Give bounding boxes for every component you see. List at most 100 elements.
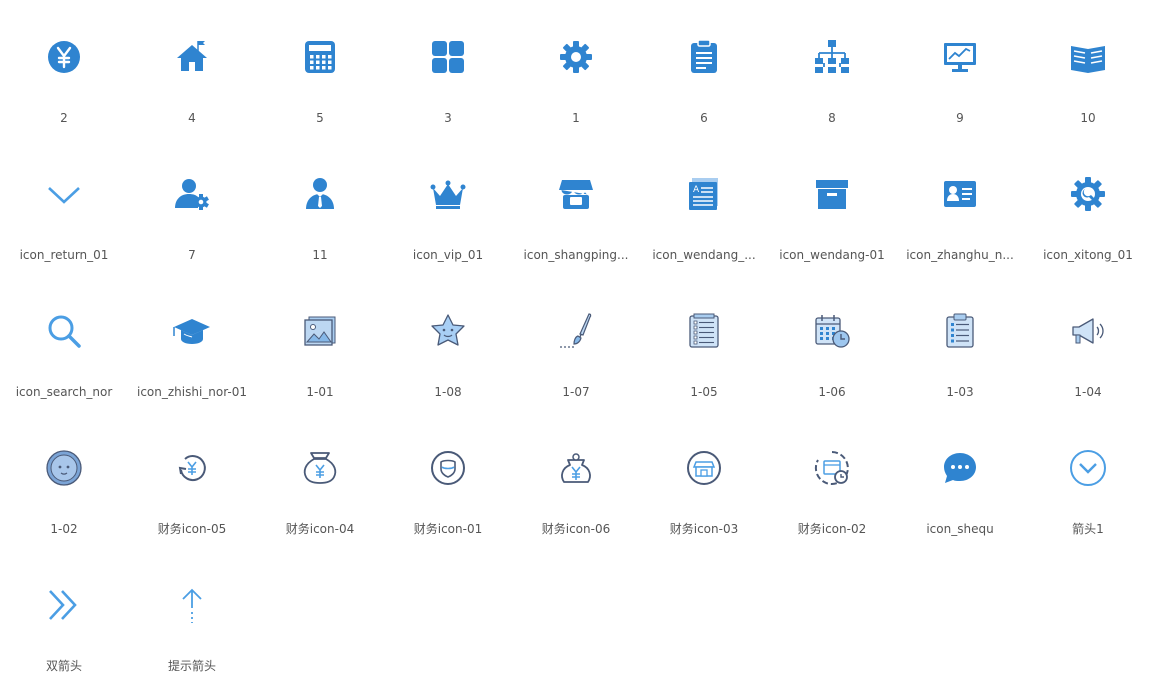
icon-label: icon_shangping... (523, 248, 629, 262)
chevron-circle-icon (1068, 448, 1108, 488)
shield-circle-icon (428, 448, 468, 488)
graduation-cap-icon (172, 311, 212, 351)
icon-tile[interactable]: 5 (256, 23, 384, 125)
icon-tile[interactable]: 1-05 (640, 297, 768, 399)
icon-tile[interactable]: 9 (896, 23, 1024, 125)
icon-tile[interactable]: 财务icon-06 (512, 434, 640, 536)
icon-tile[interactable]: 1-07 (512, 297, 640, 399)
shop-circle-icon (684, 448, 724, 488)
icon-label: 6 (700, 111, 708, 125)
icon-label: icon_zhishi_nor-01 (136, 385, 248, 399)
icon-tile[interactable]: Aicon_wendang_... (640, 160, 768, 262)
icon-tile[interactable]: 箭头1 (1024, 434, 1152, 536)
archive-box-icon (812, 174, 852, 214)
icon-tile[interactable]: 财务icon-05 (128, 434, 256, 536)
paintbrush-icon (556, 311, 596, 351)
icon-tile[interactable]: 8 (768, 23, 896, 125)
icon-tile[interactable]: icon_vip_01 (384, 160, 512, 262)
icon-tile[interactable]: icon_return_01 (0, 160, 128, 262)
icon-tile[interactable]: 3 (384, 23, 512, 125)
icon-tile[interactable]: icon_zhanghu_n... (896, 160, 1024, 262)
icon-tile[interactable]: 10 (1024, 23, 1152, 125)
icon-label: 1-06 (818, 385, 846, 399)
icon-tile[interactable]: 1 (512, 23, 640, 125)
yen-circle-icon (44, 37, 84, 77)
star-face-icon (428, 311, 468, 351)
icon-label: icon_vip_01 (412, 248, 484, 262)
icon-tile[interactable]: 2 (0, 23, 128, 125)
icon-tile[interactable]: 提示箭头 (128, 571, 256, 673)
money-bag-icon (300, 448, 340, 488)
icon-label: 7 (188, 248, 196, 262)
double-chevron-right-icon (44, 585, 84, 625)
icon-tile[interactable]: 11 (256, 160, 384, 262)
grid-icon (428, 37, 468, 77)
icon-label: 5 (316, 111, 324, 125)
icon-label: 1-01 (306, 385, 334, 399)
icon-tile[interactable]: 1-08 (384, 297, 512, 399)
icon-label: 1-03 (946, 385, 974, 399)
icon-tile[interactable]: 财务icon-02 (768, 434, 896, 536)
svg-text:A: A (693, 185, 700, 195)
user-gear-icon (172, 174, 212, 214)
icon-label: icon_shequ (926, 522, 994, 536)
icon-label: 9 (956, 111, 964, 125)
icon-tile[interactable]: icon_zhishi_nor-01 (128, 297, 256, 399)
icon-label: icon_xitong_01 (1043, 248, 1133, 262)
org-chart-icon (812, 37, 852, 77)
calendar-clock-icon (812, 311, 852, 351)
icon-tile[interactable]: icon_shequ (896, 434, 1024, 536)
icon-label: 财务icon-01 (413, 522, 483, 536)
search-icon (44, 311, 84, 351)
icon-tile[interactable]: 6 (640, 23, 768, 125)
icon-tile[interactable]: 财务icon-04 (256, 434, 384, 536)
icon-tile[interactable]: icon_wendang-01 (768, 160, 896, 262)
icon-label: 1-08 (434, 385, 462, 399)
chat-bubble-icon (940, 448, 980, 488)
icon-tile[interactable]: 双箭头 (0, 571, 128, 673)
icon-tile[interactable]: icon_xitong_01 (1024, 160, 1152, 262)
icon-label: 1-02 (50, 522, 78, 536)
calendar-clock-circle-icon (812, 448, 852, 488)
icon-tile[interactable]: 1-04 (1024, 297, 1152, 399)
icon-label: 双箭头 (45, 659, 82, 673)
icon-tile[interactable]: 1-06 (768, 297, 896, 399)
icon-tile[interactable]: 4 (128, 23, 256, 125)
icon-label: 财务icon-04 (285, 522, 355, 536)
icon-label: 1 (572, 111, 580, 125)
monitor-chart-icon (940, 37, 980, 77)
icon-label: 8 (828, 111, 836, 125)
photo-album-icon (300, 311, 340, 351)
icon-tile[interactable]: 财务icon-01 (384, 434, 512, 536)
icon-tile[interactable]: 1-02 (0, 434, 128, 536)
icon-label: 4 (188, 111, 196, 125)
icon-label: 3 (444, 111, 452, 125)
icon-label: 财务icon-06 (541, 522, 611, 536)
icon-label: 1-05 (690, 385, 718, 399)
icon-label: 11 (312, 248, 328, 262)
notebook-list-icon (684, 311, 724, 351)
icon-tile[interactable]: 7 (128, 160, 256, 262)
face-circle-icon (44, 448, 84, 488)
gear-wrench-icon (1068, 174, 1108, 214)
icon-label: 提示箭头 (167, 659, 216, 673)
icon-label: 2 (60, 111, 68, 125)
icon-label: icon_search_nor (15, 385, 113, 399)
yen-bag-icon (556, 448, 596, 488)
icon-tile[interactable]: 1-01 (256, 297, 384, 399)
icon-label: icon_wendang-01 (779, 248, 885, 262)
megaphone-icon (1068, 311, 1108, 351)
icon-tile[interactable]: icon_search_nor (0, 297, 128, 399)
icon-label: icon_wendang_... (652, 248, 756, 262)
home-icon (172, 37, 212, 77)
icon-label: icon_zhanghu_n... (906, 248, 1014, 262)
icon-label: 财务icon-03 (669, 522, 739, 536)
yen-refresh-icon (172, 448, 212, 488)
icon-tile[interactable]: icon_shangping... (512, 160, 640, 262)
icon-tile[interactable]: 1-03 (896, 297, 1024, 399)
book-icon (1068, 37, 1108, 77)
id-card-icon (940, 174, 980, 214)
icon-label: 10 (1080, 111, 1096, 125)
icon-tile[interactable]: 财务icon-03 (640, 434, 768, 536)
crown-icon (428, 174, 468, 214)
